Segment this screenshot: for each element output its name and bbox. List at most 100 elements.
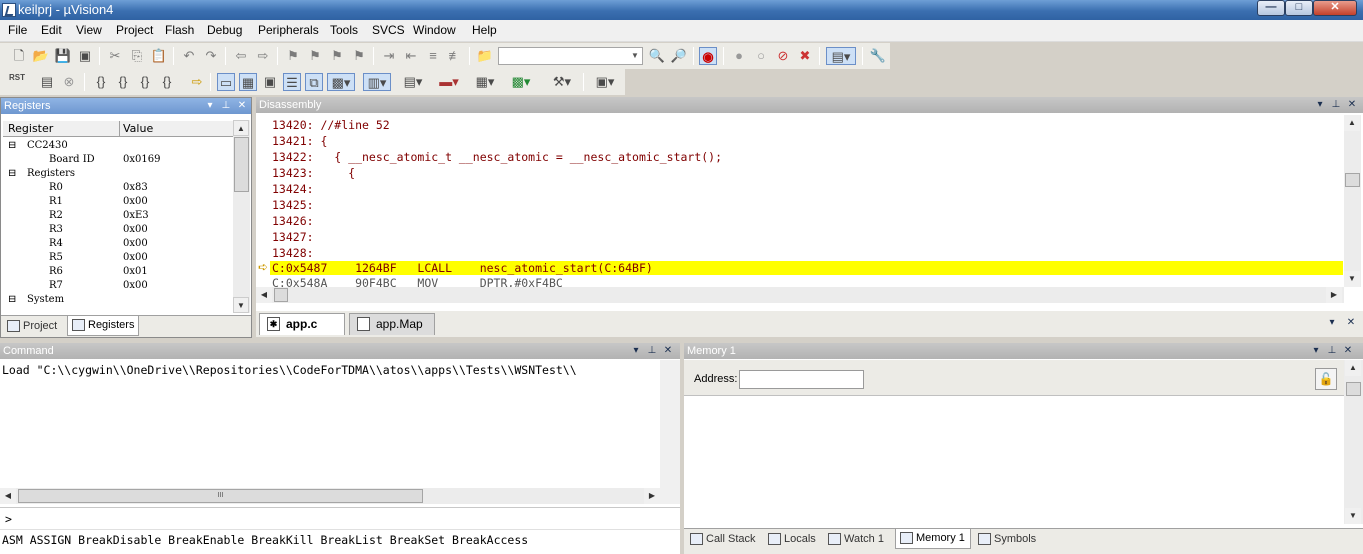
tree-row[interactable]: R6 0x01: [3, 266, 231, 280]
tab-list-icon[interactable]: ▾: [1326, 316, 1338, 329]
expander-icon[interactable]: ⊟: [8, 140, 16, 151]
tree-row[interactable]: R4 0x00: [3, 238, 231, 252]
menu-debug[interactable]: Debug: [207, 23, 242, 37]
scroll-thumb[interactable]: [1346, 382, 1361, 396]
registers-scrollbar[interactable]: ▲ ▼: [233, 120, 250, 313]
scroll-thumb[interactable]: III: [18, 489, 423, 503]
panel-menu-icon[interactable]: ▾: [1314, 98, 1326, 111]
nav-forward-icon[interactable]: ⇨: [254, 47, 272, 65]
show-next-statement-icon[interactable]: ⇨: [188, 73, 206, 91]
breakpoint-icon[interactable]: ●: [730, 47, 748, 65]
watch-window-icon[interactable]: ▩▾: [327, 73, 355, 91]
address-input[interactable]: [739, 370, 864, 389]
scroll-up-icon[interactable]: ▲: [233, 120, 249, 136]
system-viewer-icon[interactable]: ▩▾: [507, 73, 535, 91]
tab-watch-1[interactable]: Watch 1: [824, 530, 892, 550]
memory-window-icon[interactable]: ▥▾: [363, 73, 391, 91]
tree-row[interactable]: R2 0xE3: [3, 210, 231, 224]
memory-vscrollbar[interactable]: ▲ ▼: [1344, 360, 1363, 524]
expander-icon[interactable]: ⊟: [8, 294, 16, 305]
run-icon[interactable]: ▤: [38, 73, 56, 91]
indent-icon[interactable]: ⇥: [380, 47, 398, 65]
scroll-right-icon[interactable]: ▶: [644, 488, 660, 504]
column-divider[interactable]: [119, 121, 120, 136]
command-window-icon[interactable]: ▭: [217, 73, 235, 91]
scroll-up-icon[interactable]: ▲: [1345, 360, 1361, 376]
copy-icon[interactable]: ⎘: [128, 47, 146, 65]
tab-locals[interactable]: Locals: [764, 530, 820, 550]
panel-menu-icon[interactable]: ▾: [204, 99, 216, 112]
scroll-down-icon[interactable]: ▼: [1345, 508, 1361, 524]
menu-view[interactable]: View: [76, 23, 102, 37]
column-value[interactable]: Value: [123, 122, 153, 135]
tree-row[interactable]: ⊟ Registers: [3, 168, 231, 182]
expander-icon[interactable]: ⊟: [8, 168, 16, 179]
menu-tools[interactable]: Tools: [330, 23, 358, 37]
menu-project[interactable]: Project: [116, 23, 153, 37]
stop-icon[interactable]: ⊗: [60, 73, 78, 91]
tab-symbols[interactable]: Symbols: [974, 530, 1042, 550]
pin-icon[interactable]: ⊥: [1330, 98, 1342, 111]
prev-bookmark-icon[interactable]: ⚑: [306, 47, 324, 65]
comment-icon[interactable]: ≡: [424, 47, 442, 65]
tab-app-c[interactable]: ✱ app.c: [259, 313, 345, 335]
toolbox-icon[interactable]: ⚒▾: [548, 73, 576, 91]
configure-icon[interactable]: 🔧: [869, 47, 887, 65]
open-folder-icon[interactable]: 📂: [32, 47, 50, 65]
panel-menu-icon[interactable]: ▾: [1310, 344, 1322, 357]
scroll-down-icon[interactable]: ▼: [1344, 271, 1360, 287]
tab-registers[interactable]: Registers: [67, 316, 139, 336]
bookmark-icon[interactable]: ⚑: [284, 47, 302, 65]
uncomment-icon[interactable]: ≢: [446, 47, 464, 65]
step-over-icon[interactable]: {}: [114, 73, 132, 91]
disassembly-code[interactable]: 13420: //#line 52 13421: { 13422: { __ne…: [256, 115, 1343, 287]
disable-all-breakpoints-icon[interactable]: ⊘: [774, 47, 792, 65]
menu-help[interactable]: Help: [472, 23, 497, 37]
pin-icon[interactable]: ⊥: [646, 344, 658, 357]
scroll-down-icon[interactable]: ▼: [233, 297, 249, 313]
lock-icon[interactable]: 🔓: [1315, 368, 1337, 390]
tree-row[interactable]: R0 0x83: [3, 182, 231, 196]
new-file-icon[interactable]: 🗋: [10, 47, 28, 65]
scroll-up-icon[interactable]: ▲: [1344, 115, 1360, 131]
menu-flash[interactable]: Flash: [165, 23, 194, 37]
registers-window-icon[interactable]: ☰: [283, 73, 301, 91]
disassembly-window-icon[interactable]: ▦: [239, 73, 257, 91]
find-combo[interactable]: ▼: [498, 47, 643, 65]
menu-file[interactable]: File: [8, 23, 27, 37]
unindent-icon[interactable]: ⇤: [402, 47, 420, 65]
tree-row[interactable]: R7 0x00: [3, 280, 231, 294]
disable-breakpoint-icon[interactable]: ○: [752, 47, 770, 65]
cut-icon[interactable]: ✂: [106, 47, 124, 65]
scroll-left-icon[interactable]: ◀: [0, 488, 16, 504]
disassembly-hscrollbar[interactable]: ◀ ▶: [256, 287, 1344, 303]
column-register[interactable]: Register: [8, 122, 53, 135]
close-icon[interactable]: ✕: [662, 344, 674, 357]
minimize-button[interactable]: —: [1257, 0, 1285, 16]
symbols-window-icon[interactable]: ▣: [261, 73, 279, 91]
step-into-icon[interactable]: {}: [92, 73, 110, 91]
disassembly-vscrollbar[interactable]: ▲ ▼: [1344, 115, 1361, 287]
tree-row[interactable]: ⊟ System: [3, 294, 231, 308]
tree-row[interactable]: R3 0x00: [3, 224, 231, 238]
scroll-thumb[interactable]: [1345, 173, 1360, 187]
close-icon[interactable]: ✕: [236, 99, 248, 112]
find-in-files-icon[interactable]: 📁: [476, 47, 494, 65]
tree-row[interactable]: Board ID 0x0169: [3, 154, 231, 168]
serial-window-icon[interactable]: ▤▾: [399, 73, 427, 91]
pin-icon[interactable]: ⊥: [1326, 344, 1338, 357]
menu-window[interactable]: Window: [413, 23, 456, 37]
undo-icon[interactable]: ↶: [180, 47, 198, 65]
maximize-button[interactable]: □: [1285, 0, 1313, 16]
trace-window-icon[interactable]: ▦▾: [471, 73, 499, 91]
close-button[interactable]: ✕: [1313, 0, 1357, 16]
tree-row[interactable]: ⊟ CC2430: [3, 140, 231, 154]
find-icon[interactable]: 🔍: [648, 47, 666, 65]
scroll-thumb[interactable]: [234, 137, 249, 192]
paste-icon[interactable]: 📋: [150, 47, 168, 65]
command-hscrollbar[interactable]: ◀ III ▶: [0, 488, 660, 504]
incremental-find-icon[interactable]: 🔎: [670, 47, 688, 65]
tab-call-stack[interactable]: Call Stack: [686, 530, 760, 550]
project-window-icon[interactable]: ▤▾: [826, 47, 856, 65]
analysis-window-icon[interactable]: ▬▾: [435, 73, 463, 91]
